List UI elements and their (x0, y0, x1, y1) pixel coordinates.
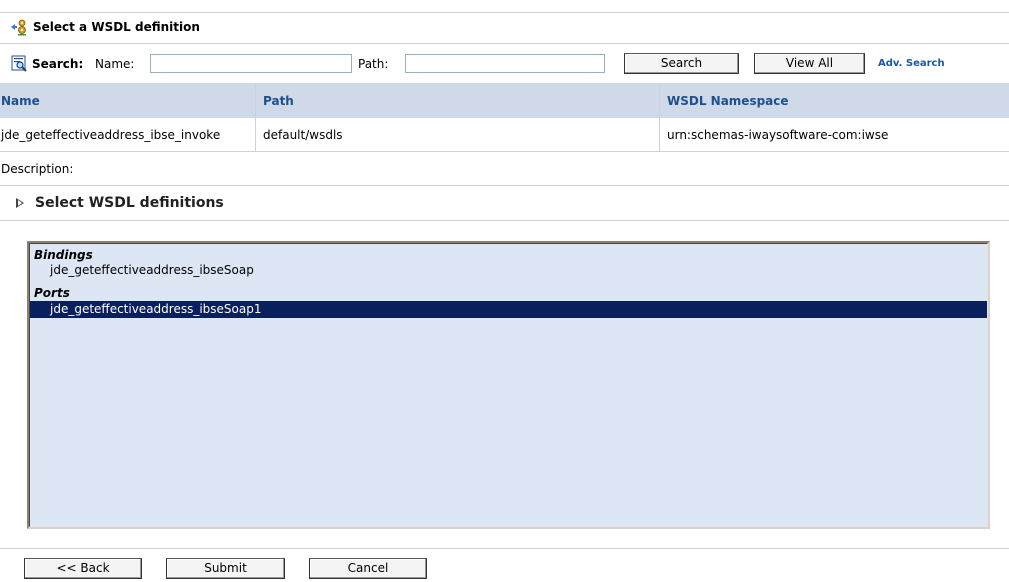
section-header[interactable]: Select WSDL definitions (0, 186, 1009, 220)
column-header-name[interactable]: Name (0, 83, 255, 118)
name-label: Name: (95, 57, 135, 71)
group-label-bindings: Bindings (34, 248, 93, 262)
footer-divider (0, 548, 1009, 549)
cell-namespace: urn:schemas-iwaysoftware-com:iwse (667, 127, 889, 142)
cell-name: jde_geteffectiveaddress_ibse_invoke (1, 127, 221, 142)
table-header: Name Path WSDL Namespace (0, 83, 1009, 118)
row-divider (0, 151, 1009, 152)
list-option-port-selected[interactable]: jde_geteffectiveaddress_ibseSoap1 (30, 301, 987, 318)
submit-button[interactable]: Submit (166, 558, 285, 579)
search-label: Search: (32, 57, 84, 71)
group-label-ports: Ports (34, 286, 70, 300)
cell-path: default/wsdls (263, 127, 343, 142)
expand-triangle-icon[interactable] (16, 198, 24, 208)
section-title: Select WSDL definitions (35, 195, 224, 211)
list-option-binding[interactable]: jde_geteffectiveaddress_ibseSoap (30, 262, 987, 279)
search-bar: Search: Name: Path: Search View All Adv.… (0, 48, 1009, 80)
table-row[interactable]: jde_geteffectiveaddress_ibse_invoke defa… (0, 118, 1009, 151)
column-header-path[interactable]: Path (256, 83, 659, 118)
title-divider (0, 43, 1009, 44)
wsdl-definitions-listbox[interactable]: Bindings jde_geteffectiveaddress_ibseSoa… (27, 241, 990, 529)
advanced-search-link[interactable]: Adv. Search (878, 58, 945, 69)
cancel-button[interactable]: Cancel (309, 558, 427, 579)
search-document-icon (11, 55, 28, 72)
section-divider (0, 220, 1009, 221)
back-button[interactable]: << Back (24, 558, 142, 579)
description-label: Description: (1, 162, 74, 176)
view-all-button[interactable]: View All (754, 53, 865, 74)
path-label: Path: (358, 57, 389, 71)
column-header-namespace[interactable]: WSDL Namespace (660, 83, 1009, 118)
name-search-input[interactable] (150, 54, 352, 73)
path-search-input[interactable] (405, 54, 605, 73)
listbox-frame: Bindings jde_geteffectiveaddress_ibseSoa… (29, 243, 988, 527)
title-bar: Select a WSDL definition (0, 12, 1009, 42)
wsdl-gear-icon (10, 18, 28, 36)
search-button[interactable]: Search (624, 53, 739, 74)
page-title: Select a WSDL definition (33, 20, 200, 34)
